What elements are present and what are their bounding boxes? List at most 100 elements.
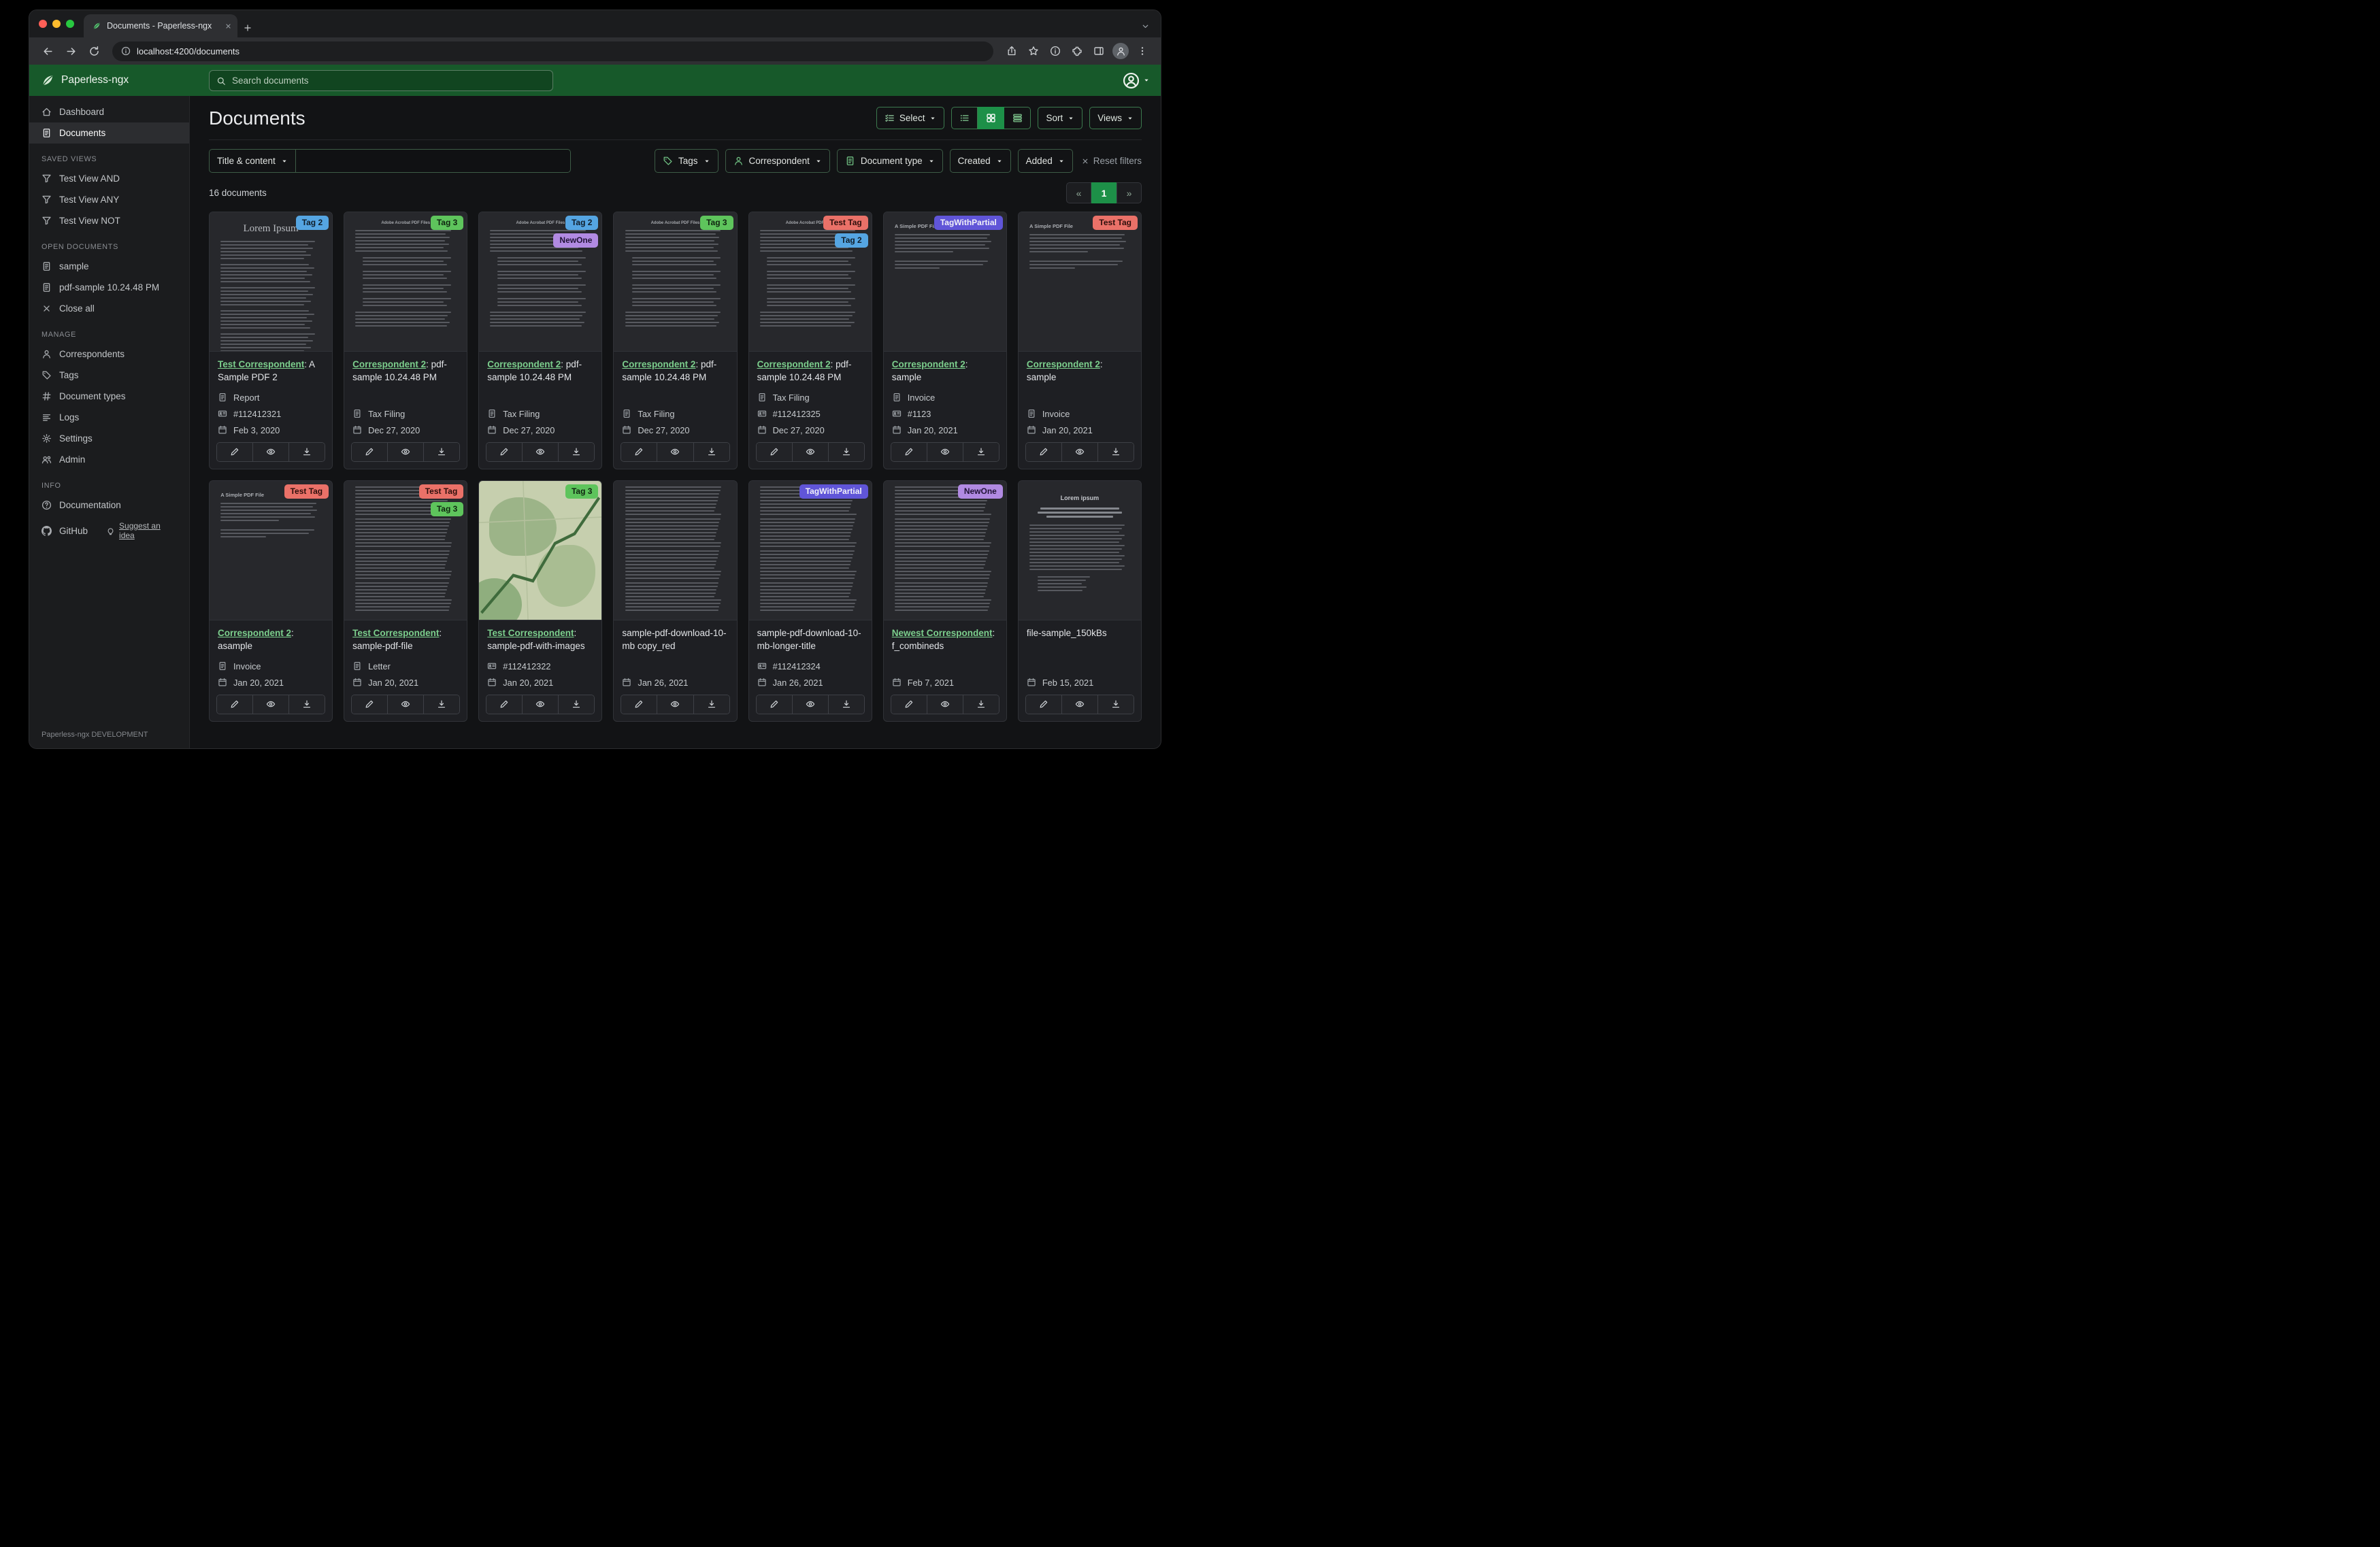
share-icon[interactable]	[1002, 41, 1022, 61]
filter-button-created[interactable]: Created	[949, 149, 1011, 173]
sidebar-item-test-view-any[interactable]: Test View ANY	[29, 189, 189, 210]
view-grid-button[interactable]	[978, 107, 1005, 129]
sidebar-item-document-types[interactable]: Document types	[29, 386, 189, 407]
preview-button[interactable]	[252, 442, 289, 461]
filter-button-tags[interactable]: Tags	[655, 149, 718, 173]
sidebar-item-documents[interactable]: Documents	[29, 122, 189, 144]
correspondent-link[interactable]: Correspondent 2	[218, 628, 291, 638]
views-button[interactable]: Views	[1089, 107, 1142, 129]
sidebar-item-test-view-and[interactable]: Test View AND	[29, 168, 189, 189]
sidebar-item-dashboard[interactable]: Dashboard	[29, 101, 189, 122]
correspondent-link[interactable]: Correspondent 2	[487, 359, 561, 369]
profile-icon[interactable]	[1110, 41, 1131, 61]
edit-button[interactable]	[756, 442, 792, 461]
edit-button[interactable]	[621, 442, 657, 461]
forward-button[interactable]	[61, 41, 81, 61]
tab-search-chevron-icon[interactable]	[1141, 22, 1150, 31]
title-content-query-input[interactable]	[295, 149, 571, 173]
edit-button[interactable]	[621, 695, 657, 714]
side-panel-icon[interactable]	[1089, 41, 1109, 61]
download-button[interactable]	[1097, 695, 1134, 714]
correspondent-link[interactable]: Test Correspondent	[218, 359, 304, 369]
download-button[interactable]	[962, 695, 999, 714]
filter-button-correspondent[interactable]: Correspondent	[725, 149, 830, 173]
new-tab-button[interactable]	[243, 23, 252, 33]
edit-button[interactable]	[486, 695, 523, 714]
document-thumbnail[interactable]: Test Tag Tag 3	[344, 480, 467, 620]
document-thumbnail[interactable]: Lorem ipsum	[1018, 480, 1141, 620]
preview-button[interactable]	[522, 442, 559, 461]
correspondent-link[interactable]: Correspondent 2	[622, 359, 695, 369]
correspondent-link[interactable]: Newest Correspondent	[892, 628, 993, 638]
document-thumbnail[interactable]: TagWithPartial	[748, 480, 872, 620]
download-button[interactable]	[423, 695, 460, 714]
tag-badge-tagwithpartial[interactable]: TagWithPartial	[799, 484, 868, 499]
title-content-dropdown[interactable]: Title & content	[209, 149, 296, 173]
document-thumbnail[interactable]	[614, 480, 737, 620]
preview-button[interactable]	[1061, 695, 1097, 714]
user-menu[interactable]	[1123, 72, 1150, 89]
sidebar-item-admin[interactable]: Admin	[29, 449, 189, 470]
edit-button[interactable]	[891, 442, 927, 461]
sidebar-item-documentation[interactable]: Documentation	[29, 495, 189, 516]
document-thumbnail[interactable]: Tag 3	[479, 480, 602, 620]
tag-badge-test-tag[interactable]: Test Tag	[284, 484, 329, 499]
filter-button-document-type[interactable]: Document type	[836, 149, 943, 173]
filter-button-added[interactable]: Added	[1017, 149, 1073, 173]
reset-filters-button[interactable]: Reset filters	[1081, 156, 1142, 166]
tag-badge-newone[interactable]: NewOne	[957, 484, 1003, 499]
document-thumbnail[interactable]: Adobe Acrobat PDF Files Tag 2 NewOne	[479, 212, 602, 352]
download-button[interactable]	[827, 695, 864, 714]
edit-button[interactable]	[352, 442, 388, 461]
view-details-button[interactable]	[1004, 107, 1031, 129]
preview-button[interactable]	[926, 442, 963, 461]
sidebar-item-sample[interactable]: sample	[29, 256, 189, 277]
tag-badge-tag-2[interactable]: Tag 2	[295, 216, 329, 230]
sidebar-item-tags[interactable]: Tags	[29, 365, 189, 386]
correspondent-link[interactable]: Test Correspondent	[352, 628, 439, 638]
preview-button[interactable]	[926, 695, 963, 714]
edit-button[interactable]	[1025, 695, 1061, 714]
browser-menu-kebab-icon[interactable]	[1132, 41, 1153, 61]
edit-button[interactable]	[756, 695, 792, 714]
extensions-icon[interactable]	[1067, 41, 1087, 61]
tag-badge-test-tag[interactable]: Test Tag	[1093, 216, 1138, 230]
sidebar-item-close-all[interactable]: Close all	[29, 298, 189, 319]
correspondent-link[interactable]: Correspondent 2	[1027, 359, 1100, 369]
preview-button[interactable]	[791, 442, 828, 461]
document-thumbnail[interactable]: NewOne	[883, 480, 1006, 620]
sidebar-item-settings[interactable]: Settings	[29, 428, 189, 449]
download-button[interactable]	[558, 442, 595, 461]
sidebar-item-pdf-sample-10-24-48-pm[interactable]: pdf-sample 10.24.48 PM	[29, 277, 189, 298]
browser-tab[interactable]: Documents - Paperless-ngx	[84, 14, 237, 37]
download-button[interactable]	[693, 695, 729, 714]
sort-button[interactable]: Sort	[1038, 107, 1083, 129]
tab-close-icon[interactable]	[225, 22, 232, 30]
document-thumbnail[interactable]: A Simple PDF File TagWithPartial	[883, 212, 1006, 352]
bookmark-star-icon[interactable]	[1023, 41, 1044, 61]
tag-badge-tag-3[interactable]: Tag 3	[700, 216, 733, 230]
tag-badge-test-tag[interactable]: Test Tag	[823, 216, 868, 230]
download-button[interactable]	[423, 442, 460, 461]
pagination-next-button[interactable]: »	[1117, 182, 1142, 203]
global-search[interactable]	[209, 70, 553, 91]
preview-button[interactable]	[522, 695, 559, 714]
tag-badge-tag-3[interactable]: Tag 3	[430, 216, 464, 230]
correspondent-link[interactable]: Correspondent 2	[352, 359, 426, 369]
preview-button[interactable]	[387, 442, 424, 461]
document-thumbnail[interactable]: Adobe Acrobat PDF Files Tag 3	[344, 212, 467, 352]
app-brand[interactable]: Paperless-ngx	[40, 73, 129, 88]
select-button[interactable]: Select	[876, 107, 945, 129]
tag-badge-tag-3[interactable]: Tag 3	[430, 501, 464, 516]
site-info-icon[interactable]	[121, 46, 131, 56]
pagination-prev-button[interactable]: «	[1066, 182, 1091, 203]
zoom-window-button[interactable]	[66, 20, 74, 28]
edit-button[interactable]	[217, 442, 253, 461]
preview-button[interactable]	[791, 695, 828, 714]
sidebar-item-github[interactable]: GitHub Suggest an idea	[29, 516, 189, 546]
document-thumbnail[interactable]: Adobe Acrobat PDF Files Test Tag Tag 2	[748, 212, 872, 352]
close-window-button[interactable]	[39, 20, 47, 28]
reload-button[interactable]	[84, 41, 104, 61]
download-button[interactable]	[693, 442, 729, 461]
download-button[interactable]	[1097, 442, 1134, 461]
